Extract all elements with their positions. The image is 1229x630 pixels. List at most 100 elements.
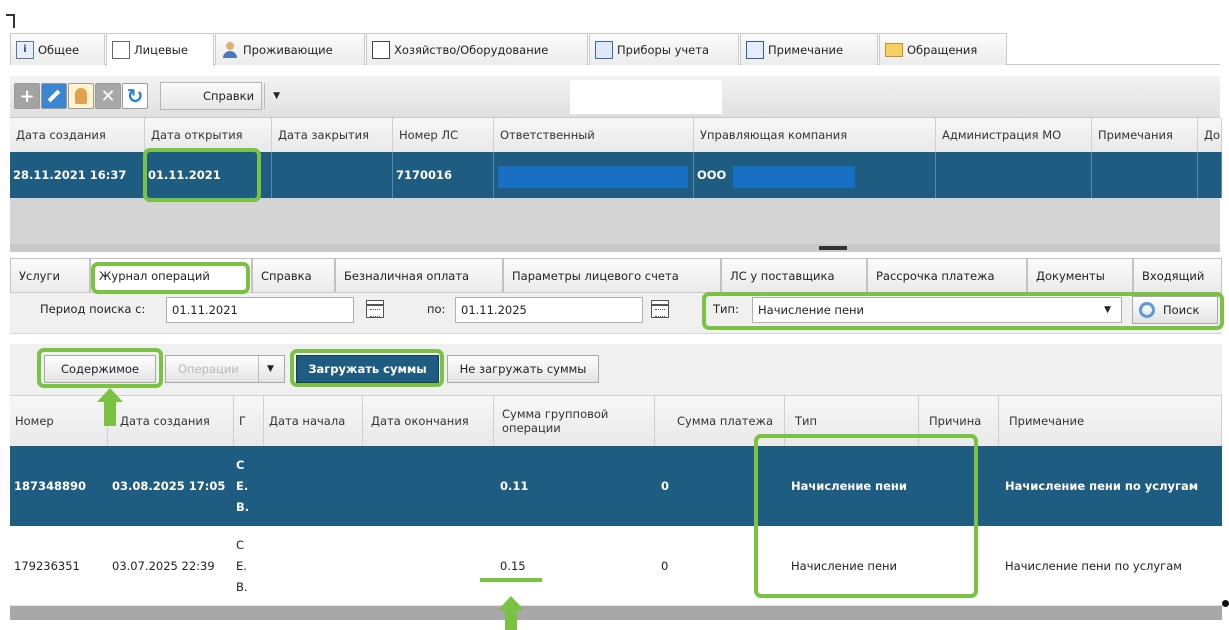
splitter-handle-icon[interactable]	[819, 246, 847, 250]
ops-header-reason[interactable]: Причина	[919, 396, 999, 446]
cell-created: 28.11.2021 16:37	[10, 152, 145, 198]
ops-row-2-g-line-1: С	[236, 537, 245, 552]
cell-admin	[936, 152, 1092, 198]
tab-meters[interactable]: Приборы учета	[589, 33, 739, 65]
col-header-account-number[interactable]: Номер ЛС	[393, 118, 494, 152]
redacted-company	[733, 166, 855, 188]
tab-account-parameters[interactable]: Параметры лицевого счета	[503, 258, 721, 292]
cell-account-number: 7170016	[393, 152, 494, 198]
meter-icon	[595, 40, 613, 59]
ops-header-payment-sum[interactable]: Сумма платежа	[655, 396, 785, 446]
ops-header-note[interactable]: Примечание	[999, 396, 1222, 446]
col-header-closed[interactable]: Дата закрытия	[272, 118, 393, 152]
tab-incoming[interactable]: Входящий	[1133, 258, 1222, 292]
underline-group-sum	[480, 578, 542, 582]
arrow-up-icon	[498, 596, 524, 610]
period-to-input[interactable]: 01.11.2025	[455, 297, 643, 323]
person-icon	[75, 88, 87, 104]
ops-header-end[interactable]: Дата окончания	[363, 396, 494, 446]
period-from-input[interactable]: 01.11.2021	[166, 297, 354, 323]
col-header-responsible[interactable]: Ответственный	[494, 118, 694, 152]
refresh-icon: ↻	[126, 84, 144, 108]
ops-row-1-payment-sum: 0	[661, 479, 670, 493]
reports-dropdown[interactable]: Справки ▼	[160, 82, 280, 110]
splitter[interactable]	[10, 244, 1220, 252]
ops-row-2-note: Начисление пени по услугам	[1005, 559, 1182, 573]
ops-row-2-group-sum: 0.15	[500, 559, 526, 573]
horizontal-scrollbar[interactable]	[10, 606, 1222, 620]
col-header-opened[interactable]: Дата открытия	[145, 118, 272, 152]
type-select[interactable]: Начисление пени ▼	[752, 297, 1122, 323]
ops-row-2-type: Начисление пени	[791, 559, 898, 573]
responsible-button[interactable]	[68, 83, 94, 109]
ops-header-g[interactable]: Г	[234, 396, 264, 446]
tab-equipment[interactable]: Хозяйство/Оборудование	[366, 33, 588, 65]
ops-row-2-number: 179236351	[14, 559, 80, 573]
arrow-stem	[505, 610, 517, 630]
close-icon: ✕	[100, 85, 116, 107]
tab-notes-label: Примечание	[768, 42, 844, 57]
tab-general-label: Общее	[38, 42, 80, 57]
chevron-down-icon: ▼	[258, 356, 274, 382]
cell-extra	[1198, 152, 1222, 198]
info-icon: i	[16, 40, 34, 59]
cell-opened: 01.11.2021	[145, 152, 272, 198]
edit-button[interactable]	[41, 83, 67, 109]
ops-row-2-start	[264, 526, 363, 606]
ops-row-1-reason	[919, 446, 999, 526]
period-from-label: Период поиска с:	[40, 302, 146, 316]
tab-operations-journal[interactable]: Журнал операций	[90, 258, 252, 292]
ops-header-group-sum[interactable]: Сумма групповой операции	[494, 396, 655, 446]
operations-label: Операции	[178, 362, 239, 376]
ops-header-created[interactable]: Дата создания	[108, 396, 234, 446]
cell-closed	[272, 152, 393, 198]
envelope-icon	[885, 42, 903, 57]
search-button[interactable]: Поиск	[1132, 296, 1218, 324]
tab-general[interactable]: i Общее	[10, 33, 105, 65]
calendar-to-icon[interactable]	[651, 300, 669, 318]
tab-cashless-payment[interactable]: Безналичная оплата	[335, 258, 503, 292]
col-header-admin[interactable]: Администрация МО	[936, 118, 1092, 152]
tab-residents[interactable]: Проживающие	[215, 33, 365, 65]
search-icon	[1139, 302, 1155, 318]
document-icon	[112, 41, 130, 59]
type-label: Тип:	[713, 302, 739, 316]
ops-header-start[interactable]: Дата начала	[264, 396, 363, 446]
tab-certificate[interactable]: Справка	[252, 258, 335, 292]
operations-dropdown[interactable]: Операции ▼	[165, 355, 285, 383]
type-select-value: Начисление пени	[758, 303, 865, 317]
ops-row-2-created: 03.07.2025 22:39	[112, 559, 215, 573]
ops-header-number[interactable]: Номер	[10, 396, 108, 446]
search-button-label: Поиск	[1163, 303, 1200, 317]
col-header-company[interactable]: Управляющая компания	[694, 118, 936, 152]
delete-button[interactable]: ✕	[95, 83, 121, 109]
tab-services[interactable]: Услуги	[10, 258, 90, 292]
contents-button[interactable]: Содержимое	[44, 355, 156, 383]
ops-row-2-g: С Е. В.	[234, 526, 264, 606]
ops-row-1-g-line-1: С	[236, 457, 245, 472]
chevron-down-icon: ▼	[1104, 305, 1111, 315]
ops-header-type[interactable]: Тип	[785, 396, 919, 446]
add-button[interactable]: +	[14, 83, 40, 109]
tab-supplier-account[interactable]: ЛС у поставщика	[721, 258, 867, 292]
no-load-sums-button[interactable]: Не загружать суммы	[447, 355, 599, 383]
tab-accounts[interactable]: Лицевые	[106, 33, 214, 66]
col-header-notes[interactable]: Примечания	[1092, 118, 1198, 152]
calendar-from-icon[interactable]	[366, 300, 384, 318]
ops-row-2-g-line-3: В.	[236, 579, 248, 594]
tab-notes[interactable]: Примечание	[740, 33, 878, 65]
ops-row-1-end	[363, 446, 494, 526]
chevron-down-icon: ▼	[264, 83, 288, 109]
ops-row-1-start	[264, 446, 363, 526]
redacted-responsible	[498, 166, 688, 188]
tab-documents[interactable]: Документы	[1027, 258, 1133, 292]
bullet-dot	[1222, 600, 1229, 607]
load-sums-button[interactable]: Загружать суммы	[296, 355, 439, 383]
tab-installment[interactable]: Рассрочка платежа	[867, 258, 1027, 292]
ops-row-1-type: Начисление пени	[791, 479, 907, 493]
refresh-button[interactable]: ↻	[122, 83, 148, 109]
arrow-up-icon	[97, 388, 123, 402]
col-header-created[interactable]: Дата создания	[10, 118, 145, 152]
col-header-extra[interactable]: До	[1198, 118, 1222, 152]
tab-appeals[interactable]: Обращения	[879, 33, 1007, 65]
